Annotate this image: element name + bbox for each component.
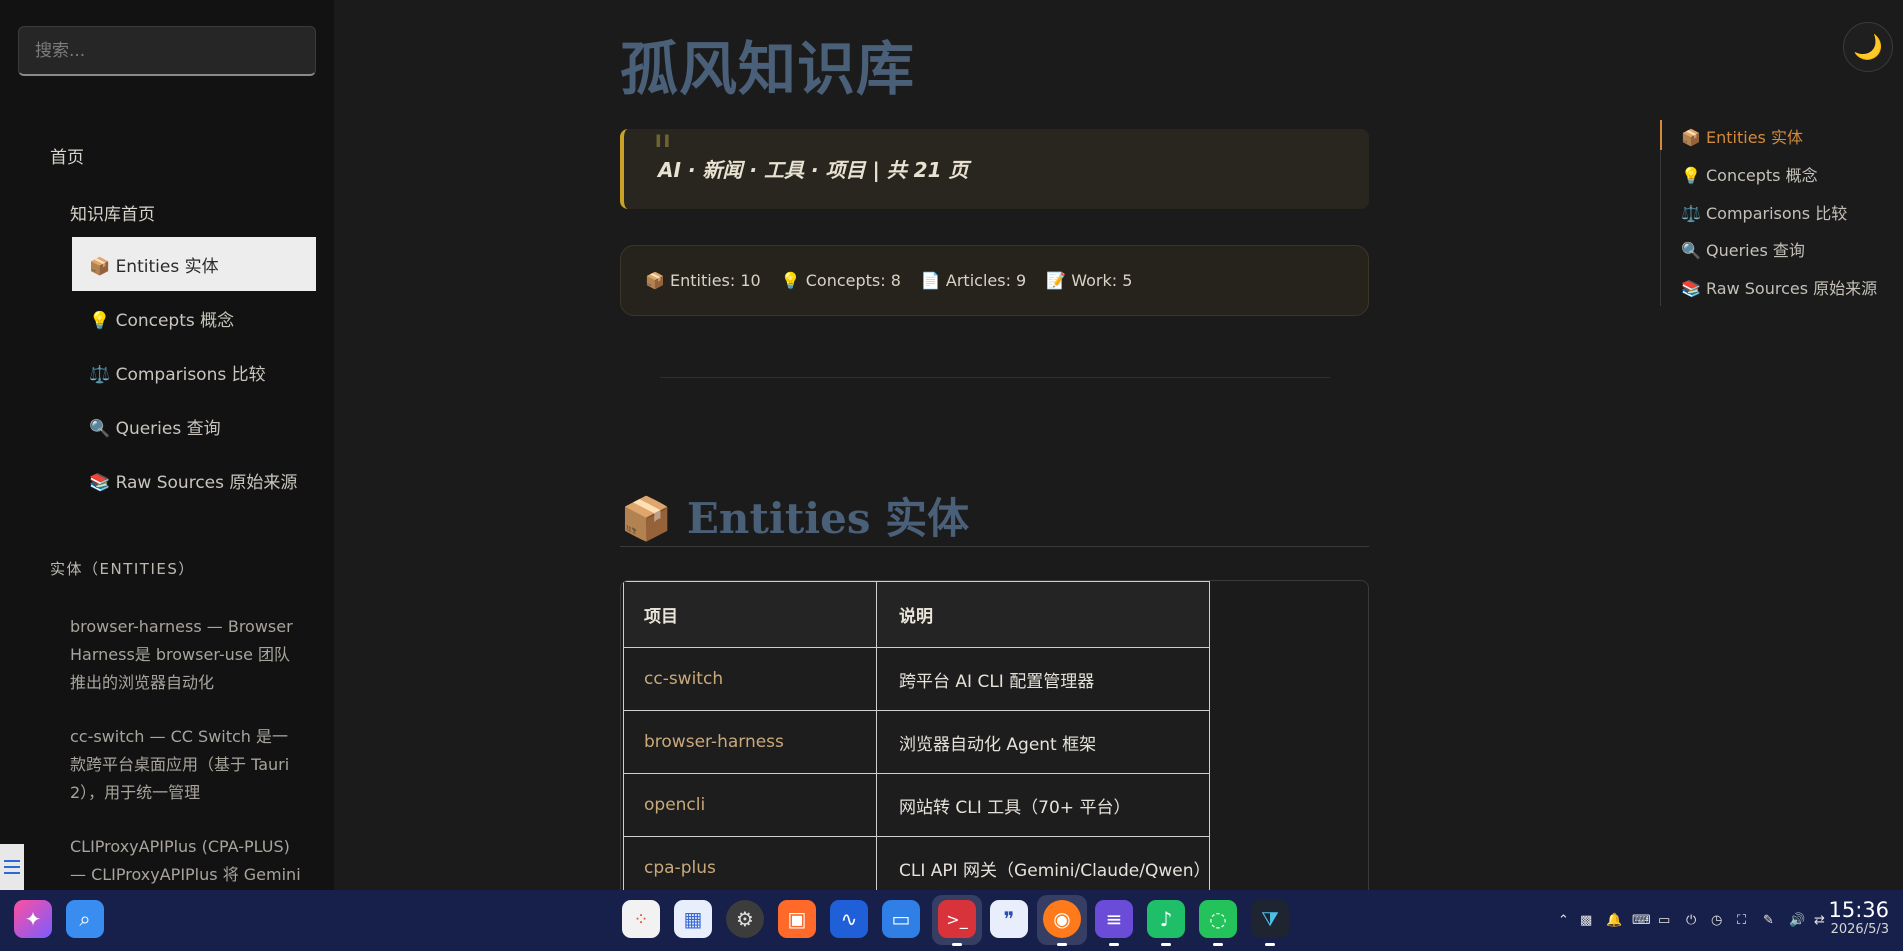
entities-table: 项目 说明 cc-switch 跨平台 AI CLI 配置管理器 browser… xyxy=(623,581,1210,899)
toc-item-concepts[interactable]: 💡 Concepts 概念 xyxy=(1681,162,1818,186)
table-cell-link[interactable]: opencli xyxy=(623,773,877,837)
sidebar: 首页 知识库首页 📦 Entities 实体 💡 Concepts 概念 ⚖️ … xyxy=(0,0,334,890)
column-header-project: 项目 xyxy=(623,581,877,648)
nav-kb-home[interactable]: 知识库首页 xyxy=(70,200,155,225)
column-header-description: 说明 xyxy=(876,581,1210,648)
toc-item-comparisons[interactable]: ⚖️ Comparisons 比较 xyxy=(1681,200,1847,224)
system-monitor-icon[interactable]: ∿ xyxy=(830,900,868,938)
entities-table-wrapper: 项目 说明 cc-switch 跨平台 AI CLI 配置管理器 browser… xyxy=(620,580,1369,900)
wechat-icon[interactable]: ◌ xyxy=(1199,900,1237,938)
stats-bar: 📦 Entities: 10 💡 Concepts: 8 📄 Articles:… xyxy=(620,245,1369,316)
file-manager-icon[interactable]: ▭ xyxy=(882,900,920,938)
table-cell-link[interactable]: cc-switch xyxy=(623,647,877,711)
screenshot-icon[interactable]: ⛶ xyxy=(1737,913,1746,928)
table-row: cc-switch 跨平台 AI CLI 配置管理器 xyxy=(623,647,1210,711)
stat-articles: 📄 Articles: 9 xyxy=(920,271,1027,290)
running-indicator xyxy=(1161,943,1171,946)
table-of-contents: 📦 Entities 实体 💡 Concepts 概念 ⚖️ Compariso… xyxy=(1660,120,1890,306)
moon-icon: 🌙 xyxy=(1853,33,1883,61)
sidebar-item-concepts[interactable]: 💡 Concepts 概念 xyxy=(72,291,316,345)
network-icon[interactable]: ⇄ xyxy=(1814,913,1825,928)
power-icon[interactable]: ⏻ xyxy=(1686,913,1696,928)
clock[interactable]: 15:36 2026/5/3 xyxy=(1828,898,1889,937)
sidebar-item-entities[interactable]: 📦 Entities 实体 xyxy=(72,237,316,291)
heading-rule xyxy=(620,546,1369,547)
app-store-icon[interactable]: ▣ xyxy=(778,900,816,938)
sidebar-item-raw-sources[interactable]: 📚 Raw Sources 原始来源 xyxy=(72,453,316,507)
battery-icon[interactable]: ▭ xyxy=(1658,913,1670,928)
sidebar-item-comparisons[interactable]: ⚖️ Comparisons 比较 xyxy=(72,345,316,399)
menu-icon xyxy=(4,860,20,862)
section-label-entities: 实体（ENTITIES） xyxy=(50,560,195,578)
pen-icon[interactable]: ✎ xyxy=(1763,913,1774,928)
launcher-icon[interactable]: ⁘ xyxy=(622,900,660,938)
sidebar-item-queries[interactable]: 🔍 Queries 查询 xyxy=(72,399,316,453)
settings-icon[interactable]: ⚙ xyxy=(726,900,764,938)
update-icon[interactable]: ◷ xyxy=(1711,913,1722,928)
terminal-icon[interactable]: >_ xyxy=(938,900,976,938)
section-heading-entities: 📦 Entities 实体 xyxy=(620,494,970,543)
running-indicator xyxy=(952,943,962,946)
table-cell-link[interactable]: browser-harness xyxy=(623,710,877,774)
toc-item-entities[interactable]: 📦 Entities 实体 xyxy=(1681,124,1803,148)
stat-entities: 📦 Entities: 10 xyxy=(645,271,761,290)
volume-icon[interactable]: 🔊 xyxy=(1789,913,1805,928)
firefox-icon[interactable]: ◉ xyxy=(1043,900,1081,938)
table-cell: 浏览器自动化 Agent 框架 xyxy=(876,710,1210,774)
vscode-icon[interactable]: ⧩ xyxy=(1251,900,1289,938)
theme-toggle-button[interactable]: 🌙 xyxy=(1843,22,1893,72)
subtitle-text: AI · 新闻 · 工具 · 项目 | 共 21 页 xyxy=(658,158,969,182)
toc-item-queries[interactable]: 🔍 Queries 查询 xyxy=(1681,237,1805,261)
table-row: browser-harness 浏览器自动化 Agent 框架 xyxy=(623,710,1210,774)
stat-concepts: 💡 Concepts: 8 xyxy=(780,271,901,290)
tray-expand-icon[interactable]: ⌃ xyxy=(1558,913,1569,928)
page-title: 孤风知识库 xyxy=(620,35,916,103)
toc-active-indicator xyxy=(1660,120,1662,150)
sidebar-toggle-button[interactable] xyxy=(0,844,24,890)
multitask-icon[interactable]: ▦ xyxy=(674,900,712,938)
clock-date: 2026/5/3 xyxy=(1830,922,1889,937)
nav-home[interactable]: 首页 xyxy=(50,143,84,168)
notification-icon[interactable]: 🔔 xyxy=(1606,913,1622,928)
running-indicator xyxy=(1109,943,1119,946)
stat-work: 📝 Work: 5 xyxy=(1046,271,1133,290)
gpu-icon[interactable]: ▩ xyxy=(1580,913,1592,928)
running-indicator xyxy=(1213,943,1223,946)
divider xyxy=(660,377,1330,378)
table-cell: 跨平台 AI CLI 配置管理器 xyxy=(876,647,1210,711)
running-indicator xyxy=(1057,943,1067,946)
keyboard-icon[interactable]: ⌨ xyxy=(1632,913,1651,928)
entity-link-cc-switch[interactable]: cc-switch — CC Switch 是一款跨平台桌面应用（基于 Taur… xyxy=(70,723,302,807)
search-input[interactable] xyxy=(18,26,316,76)
table-row: opencli 网站转 CLI 工具（70+ 平台） xyxy=(623,773,1210,837)
running-indicator xyxy=(1265,943,1275,946)
music-icon[interactable]: ♪ xyxy=(1147,900,1185,938)
entity-link-cpa-plus[interactable]: CLIProxyAPIPlus (CPA-PLUS) — CLIProxyAPI… xyxy=(70,833,302,889)
clock-time: 15:36 xyxy=(1828,898,1889,922)
subtitle-quote: " AI · 新闻 · 工具 · 项目 | 共 21 页 xyxy=(620,125,1369,209)
notes-icon[interactable]: ≡ xyxy=(1095,900,1133,938)
quote-app-icon[interactable]: ❞ xyxy=(990,900,1028,938)
entity-link-browser-harness[interactable]: browser-harness — Browser Harness是 brows… xyxy=(70,613,302,697)
table-cell: 网站转 CLI 工具（70+ 平台） xyxy=(876,773,1210,837)
ai-assistant-icon[interactable]: ✦ xyxy=(14,900,52,938)
search-icon[interactable]: ⌕ xyxy=(66,900,104,938)
toc-item-raw-sources[interactable]: 📚 Raw Sources 原始来源 xyxy=(1681,275,1877,299)
table-header-row: 项目 说明 xyxy=(623,581,1210,648)
